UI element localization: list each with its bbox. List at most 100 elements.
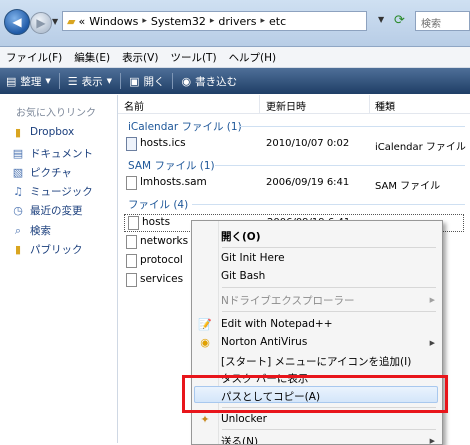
search-placeholder: 検索: [421, 19, 441, 30]
forward-button[interactable]: ▶: [30, 12, 52, 34]
breadcrumb[interactable]: ▰ « Windows ▸ System32 ▸ drivers ▸ etc: [62, 11, 367, 31]
menu-item-n-drive-explorer[interactable]: Nドライブエクスプローラー: [221, 293, 355, 308]
open-button[interactable]: ▣ 開く: [123, 74, 170, 89]
burn-button[interactable]: ◉ 書き込む: [175, 74, 243, 89]
menu-separator: [222, 287, 436, 288]
sidebar-item-music[interactable]: ♫ ミュージック: [12, 184, 93, 199]
file-row-hosts-ics[interactable]: hosts.ics 2010/10/07 0:02 iCalendar ファイル: [118, 135, 470, 153]
file-icon: [126, 176, 137, 190]
toolbar-divider: [120, 73, 122, 89]
sidebar-item-dropbox[interactable]: ▮ Dropbox: [12, 125, 75, 139]
group-header-files[interactable]: ファイル (4): [128, 197, 188, 212]
back-button[interactable]: ◀: [4, 9, 30, 35]
column-date[interactable]: 更新日時: [266, 98, 306, 113]
sidebar-item-label: 最近の変更: [30, 205, 83, 217]
column-type[interactable]: 種類: [375, 98, 395, 113]
views-label: 表示: [81, 75, 103, 88]
file-icon: [126, 235, 137, 249]
file-name: services: [140, 273, 184, 285]
menu-item-norton[interactable]: Norton AntiVirus: [221, 336, 307, 348]
group-header-sam[interactable]: SAM ファイル (1): [128, 158, 215, 173]
menu-item-add-to-start[interactable]: [スタート] メニューにアイコンを追加(I): [221, 354, 411, 369]
sidebar-item-search[interactable]: ⌕ 検索: [12, 223, 51, 238]
breadcrumb-etc[interactable]: etc: [269, 15, 286, 28]
chevron-right-icon[interactable]: ▸: [142, 16, 147, 26]
sidebar-item-label: パブリック: [30, 244, 83, 256]
sidebar-item-label: Dropbox: [30, 126, 75, 138]
breadcrumb-system32[interactable]: System32: [151, 15, 206, 28]
submenu-arrow-icon: ▶: [429, 437, 435, 445]
back-arrow-icon: ◀: [12, 15, 22, 29]
file-row-lmhosts-sam[interactable]: lmhosts.sam 2006/09/19 6:41 SAM ファイル: [118, 174, 470, 192]
file-name: hosts: [142, 216, 171, 228]
address-bar: ◀ ▶ ▼ ▰ « Windows ▸ System32 ▸ drivers ▸…: [0, 0, 470, 47]
breadcrumb-drivers[interactable]: drivers: [218, 15, 256, 28]
organize-button[interactable]: ▤ 整理 ▼: [0, 74, 57, 89]
menu-item-unlocker[interactable]: Unlocker: [221, 413, 267, 425]
menu-separator: [222, 429, 436, 430]
sidebar-item-recent[interactable]: ◷ 最近の変更: [12, 203, 83, 218]
unlocker-wand-icon: ✦: [200, 412, 210, 426]
music-icon: ♫: [13, 185, 23, 198]
views-icon: ☰: [67, 74, 78, 88]
burn-label: 書き込む: [195, 75, 238, 88]
toolbar-divider: [172, 73, 174, 89]
file-icon: [128, 216, 139, 230]
file-name: hosts.ics: [140, 137, 186, 149]
open-icon: ▣: [129, 74, 140, 88]
notepad-plus-plus-icon: 📝: [198, 317, 212, 331]
chevron-right-icon[interactable]: ▸: [210, 16, 215, 26]
menu-separator: [222, 247, 436, 248]
file-name: lmhosts.sam: [140, 176, 207, 188]
group-header-icalendar[interactable]: iCalendar ファイル (1): [128, 119, 242, 134]
group-divider: [192, 204, 465, 205]
sidebar-item-label: ドキュメント: [30, 148, 93, 160]
menu-help[interactable]: ヘルプ(H): [223, 50, 283, 65]
annotation-highlight-box: [182, 375, 448, 413]
menu-item-git-init[interactable]: Git Init Here: [221, 252, 285, 264]
views-button[interactable]: ☰ 表示 ▼: [62, 74, 118, 89]
file-date: 2006/09/19 6:41: [266, 177, 350, 188]
sidebar-item-documents[interactable]: ▤ ドキュメント: [12, 146, 93, 161]
sidebar-item-pictures[interactable]: ▧ ピクチャ: [12, 165, 72, 180]
menu-item-git-bash[interactable]: Git Bash: [221, 270, 265, 282]
chevron-down-icon: ▼: [106, 77, 113, 85]
documents-icon: ▤: [12, 147, 24, 160]
submenu-arrow-icon: ▶: [429, 339, 435, 347]
column-divider[interactable]: [369, 95, 370, 113]
chevron-right-icon[interactable]: ▸: [261, 16, 266, 26]
search-icon: ⌕: [14, 223, 22, 237]
norton-antivirus-icon: ◉: [200, 335, 210, 349]
breadcrumb-windows[interactable]: Windows: [89, 15, 138, 28]
file-icon: [126, 273, 137, 287]
menu-item-edit-notepad[interactable]: Edit with Notepad++: [221, 318, 333, 330]
menu-file[interactable]: ファイル(F): [0, 50, 68, 65]
folder-icon: ▮: [14, 125, 22, 139]
file-icon: [126, 254, 137, 268]
file-type: SAM ファイル: [375, 181, 441, 192]
menu-item-open[interactable]: 開く(O): [221, 229, 261, 244]
sidebar-item-label: ミュージック: [30, 186, 93, 198]
sidebar-item-public[interactable]: ▮ パブリック: [12, 242, 83, 257]
menu-tools[interactable]: ツール(T): [164, 50, 222, 65]
menu-view[interactable]: 表示(V): [116, 50, 164, 65]
submenu-arrow-icon: ▶: [429, 296, 435, 304]
menu-bar: ファイル(F) 編集(E) 表示(V) ツール(T) ヘルプ(H): [0, 47, 470, 68]
column-header: 名前 更新日時 種類: [118, 95, 470, 114]
recent-icon: ◷: [13, 204, 23, 217]
toolbar-divider: [58, 73, 60, 89]
recent-pages-dropdown-icon[interactable]: ▼: [52, 17, 58, 26]
column-divider[interactable]: [259, 95, 260, 113]
search-input[interactable]: 検索: [415, 11, 470, 31]
pictures-icon: ▧: [12, 166, 24, 179]
refresh-icon[interactable]: ⟳: [394, 13, 405, 28]
burn-disc-icon: ◉: [181, 74, 192, 88]
group-divider: [215, 165, 465, 166]
open-label: 開く: [143, 75, 165, 88]
menu-edit[interactable]: 編集(E): [68, 50, 116, 65]
file-name: networks: [140, 235, 189, 247]
path-history-dropdown-icon[interactable]: ▼: [378, 15, 384, 24]
column-name[interactable]: 名前: [124, 98, 144, 113]
breadcrumb-overflow[interactable]: «: [78, 15, 85, 28]
menu-item-send-to[interactable]: 送る(N): [221, 434, 258, 444]
